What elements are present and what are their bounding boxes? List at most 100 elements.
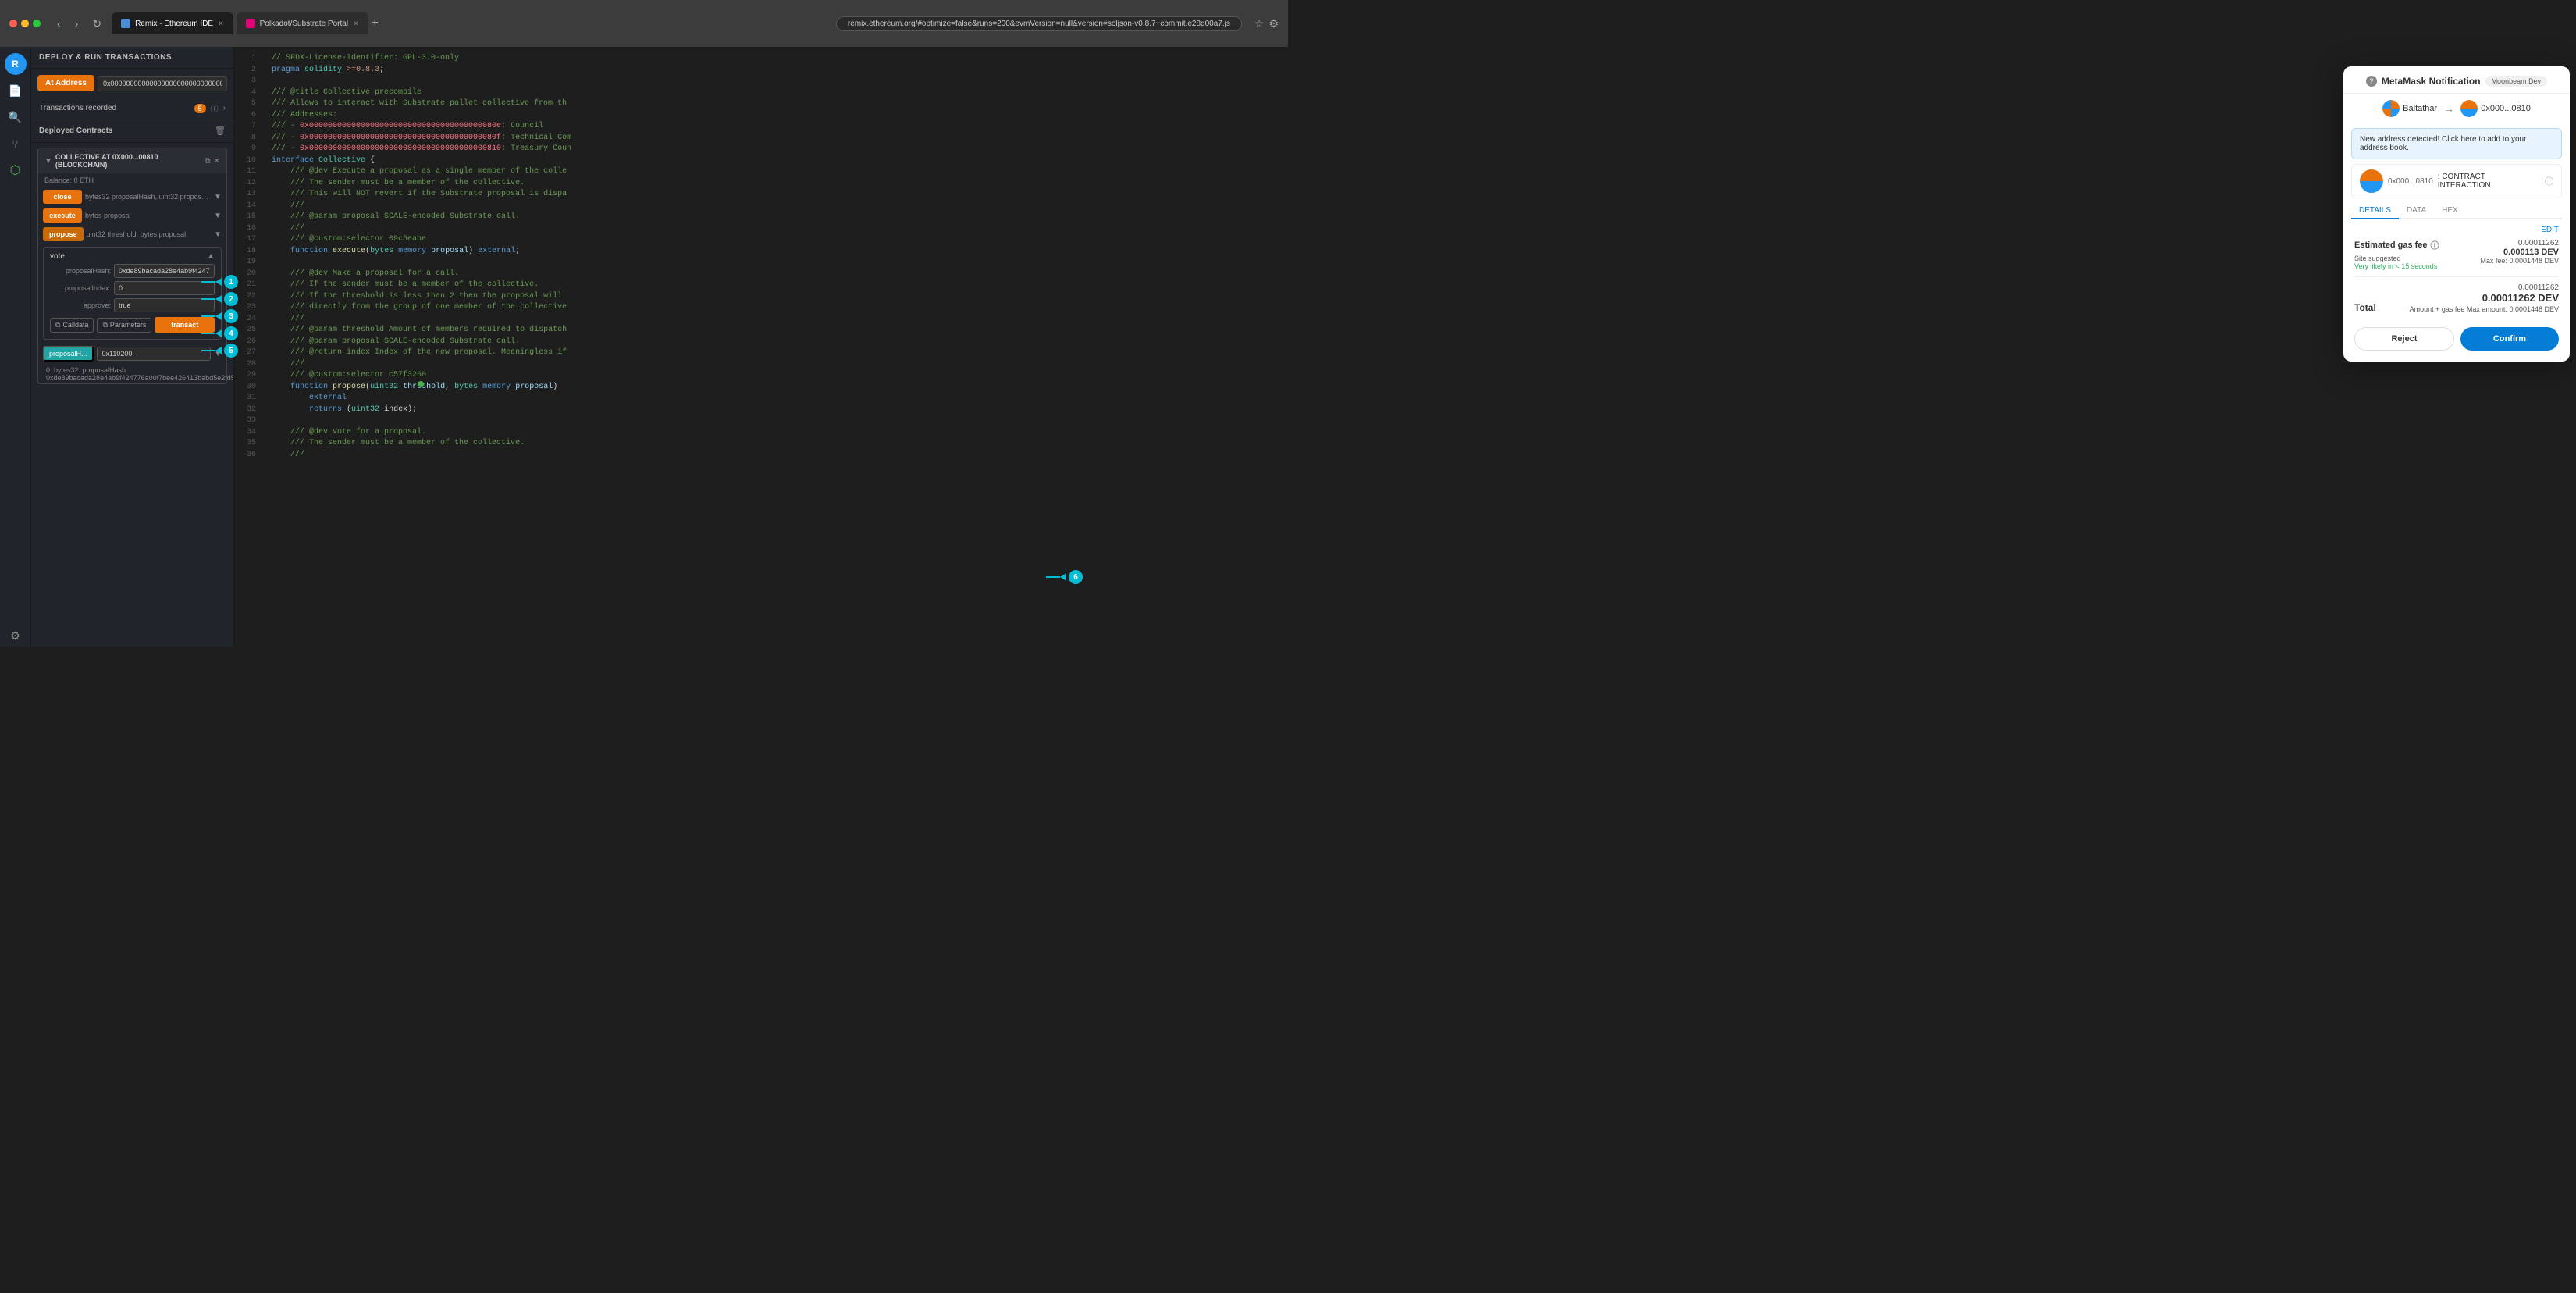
mm-edit-link[interactable]: EDIT bbox=[2354, 226, 2559, 234]
code-line-3 bbox=[272, 76, 1279, 87]
fn-propose-chevron[interactable]: ▼ bbox=[214, 230, 222, 239]
tab-polkadot[interactable]: Polkadot/Substrate Portal ✕ bbox=[237, 12, 368, 34]
mm-new-address-text: New address detected! Click here to add … bbox=[2360, 135, 2526, 152]
vote-header: vote ▲ bbox=[47, 251, 218, 262]
browser-chrome: ‹ › ↻ Remix - Ethereum IDE ✕ Polkadot/Su… bbox=[0, 0, 1288, 47]
code-line-25: /// @param threshold Amount of members r… bbox=[272, 325, 1279, 337]
ph-chevron[interactable]: ▼ bbox=[214, 350, 222, 358]
sidebar-item-git[interactable]: ⑂ bbox=[5, 133, 27, 155]
code-line-10: interface Collective { bbox=[272, 155, 1279, 167]
mm-very-likely: Very likely in < 15 seconds bbox=[2354, 262, 2439, 270]
mm-contract-info-icon[interactable]: ⓘ bbox=[2545, 175, 2553, 187]
tab-remix-label: Remix - Ethereum IDE bbox=[135, 20, 213, 28]
sidebar-item-file[interactable]: 📄 bbox=[5, 80, 27, 102]
mm-from-account: Baltathar bbox=[2382, 100, 2437, 117]
approve-input[interactable] bbox=[114, 298, 215, 312]
new-tab-button[interactable]: + bbox=[372, 16, 379, 30]
reload-button[interactable]: ↻ bbox=[88, 16, 105, 32]
code-line-1: // SPDX-License-Identifier: GPL-3.0-only bbox=[272, 53, 1279, 65]
contract-chevron[interactable]: ▼ bbox=[44, 157, 52, 166]
proposal-hash-input[interactable] bbox=[114, 264, 215, 278]
mm-tab-data[interactable]: DATA bbox=[2399, 203, 2434, 218]
deploy-panel-title: DEPLOY & RUN TRANSACTIONS bbox=[31, 47, 233, 69]
proposal-hash-result-row: proposalH... ▼ bbox=[38, 343, 226, 365]
mm-fee-row: Estimated gas fee ⓘ Site suggested Very … bbox=[2354, 239, 2559, 270]
mm-new-address-notice[interactable]: New address detected! Click here to add … bbox=[2351, 128, 2562, 159]
at-address-row: At Address bbox=[31, 69, 233, 98]
code-line-11: /// @dev Execute a proposal as a single … bbox=[272, 166, 1279, 178]
mm-tab-hex[interactable]: HEX bbox=[2434, 203, 2466, 218]
code-line-6: /// Addresses: bbox=[272, 110, 1279, 122]
close-window-button[interactable] bbox=[9, 20, 17, 27]
reject-button[interactable]: Reject bbox=[2354, 327, 2454, 351]
at-address-input[interactable] bbox=[98, 76, 227, 91]
confirm-button[interactable]: Confirm bbox=[2460, 327, 2559, 351]
mm-details-section: EDIT Estimated gas fee ⓘ Site suggested … bbox=[2343, 219, 2570, 319]
fn-execute-chevron[interactable]: ▼ bbox=[214, 212, 222, 220]
fn-execute-button[interactable]: execute bbox=[43, 208, 82, 223]
contract-name: COLLECTIVE AT 0X000...00810 (BLOCKCHAIN) bbox=[55, 153, 202, 169]
back-button[interactable]: ‹ bbox=[53, 16, 65, 31]
mm-fee-label: Estimated gas fee ⓘ bbox=[2354, 239, 2439, 251]
mm-contract-avatar bbox=[2360, 169, 2383, 193]
mm-total-eth: 0.00011262 bbox=[2410, 283, 2559, 292]
mm-actions: Reject Confirm bbox=[2343, 319, 2570, 362]
vote-label: vote bbox=[50, 252, 207, 261]
at-address-button[interactable]: At Address bbox=[37, 75, 94, 91]
code-line-13: /// This will NOT revert if the Substrat… bbox=[272, 189, 1279, 201]
code-line-9: /// - 0x00000000000000000000000000000000… bbox=[272, 144, 1279, 155]
address-bar[interactable] bbox=[836, 16, 1242, 31]
mm-divider bbox=[2354, 276, 2559, 277]
proposal-index-input[interactable] bbox=[114, 281, 215, 295]
fn-propose-button[interactable]: propose bbox=[43, 227, 84, 241]
mm-from-avatar bbox=[2382, 100, 2400, 117]
transact-button[interactable]: transact bbox=[155, 317, 215, 333]
contract-close-icon[interactable]: ✕ bbox=[214, 157, 220, 166]
copy-icon[interactable]: ⧉ bbox=[205, 157, 210, 166]
tab-remix-close[interactable]: ✕ bbox=[218, 20, 224, 28]
forward-button[interactable]: › bbox=[71, 16, 83, 31]
sidebar-item-deploy[interactable]: ⬡ bbox=[5, 159, 27, 181]
params-button[interactable]: ⧉ Parameters bbox=[97, 318, 151, 333]
ph-value-input[interactable] bbox=[97, 347, 212, 361]
trash-icon[interactable]: 🗑 bbox=[215, 126, 226, 136]
tab-remix[interactable]: Remix - Ethereum IDE ✕ bbox=[112, 12, 233, 34]
calldata-label: Calldata bbox=[62, 321, 88, 329]
code-editor: 12345 678910 1112131415 1617181920 21222… bbox=[234, 47, 1288, 646]
code-line-22: /// If the threshold is less than 2 then… bbox=[272, 291, 1279, 303]
remix-logo: R bbox=[5, 53, 27, 75]
mm-fee-info-icon[interactable]: ⓘ bbox=[2431, 239, 2439, 251]
sidebar-item-settings[interactable]: ⚙ bbox=[5, 625, 27, 646]
transactions-label: Transactions recorded bbox=[39, 104, 190, 112]
fn-close-chevron[interactable]: ▼ bbox=[214, 193, 222, 201]
code-line-30: function propose(uint32 threshold, bytes… bbox=[272, 382, 1279, 394]
calldata-button[interactable]: ⧉ Calldata bbox=[50, 318, 94, 333]
ph-badge-button[interactable]: proposalH... bbox=[43, 346, 94, 362]
traffic-lights bbox=[9, 20, 41, 27]
mm-tab-details[interactable]: DETAILS bbox=[2351, 203, 2399, 219]
ph-detail-text: 0: bytes32: proposalHash 0xde89bacada28e… bbox=[46, 366, 234, 382]
sidebar-item-search[interactable]: 🔍 bbox=[5, 106, 27, 128]
code-line-17: /// @custom:selector 09c5eabe bbox=[272, 234, 1279, 246]
code-line-35: /// The sender must be a member of the c… bbox=[272, 438, 1279, 450]
mm-fee-label-block: Estimated gas fee ⓘ Site suggested Very … bbox=[2354, 239, 2439, 270]
maximize-window-button[interactable] bbox=[33, 20, 41, 27]
code-line-36: /// bbox=[272, 450, 1279, 461]
fn-close-button[interactable]: close bbox=[43, 190, 82, 204]
code-line-23: /// directly from the group of one membe… bbox=[272, 302, 1279, 314]
mm-help-button[interactable]: ? bbox=[2366, 76, 2377, 87]
transactions-info-icon[interactable]: ⓘ bbox=[211, 102, 219, 114]
mm-fee-eth: 0.00011262 bbox=[2480, 239, 2559, 248]
tabs-bar: Remix - Ethereum IDE ✕ Polkadot/Substrat… bbox=[112, 12, 830, 34]
code-line-34: /// @dev Vote for a proposal. bbox=[272, 427, 1279, 439]
mm-network-badge[interactable]: Moonbeam Dev bbox=[2485, 76, 2548, 87]
minimize-window-button[interactable] bbox=[21, 20, 29, 27]
deploy-panel: DEPLOY & RUN TRANSACTIONS At Address Tra… bbox=[31, 47, 234, 646]
transactions-chevron[interactable]: › bbox=[223, 104, 226, 112]
extensions-icon[interactable]: ⚙ bbox=[1268, 17, 1279, 30]
vote-chevron[interactable]: ▲ bbox=[207, 252, 215, 261]
bookmark-icon[interactable]: ☆ bbox=[1254, 17, 1265, 30]
remix-favicon bbox=[121, 19, 130, 28]
code-line-12: /// The sender must be a member of the c… bbox=[272, 178, 1279, 190]
tab-polkadot-close[interactable]: ✕ bbox=[353, 20, 359, 28]
